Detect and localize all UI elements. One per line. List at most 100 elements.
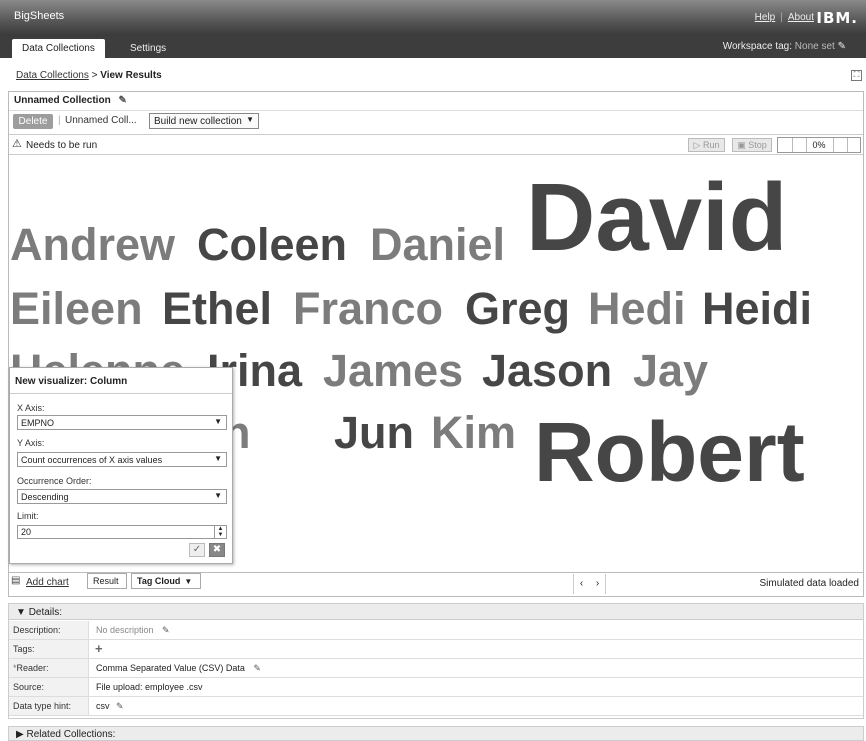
x-axis-value: EMPNO bbox=[21, 418, 55, 428]
y-axis-select[interactable]: Count occurrences of X axis values ▼ bbox=[17, 452, 227, 467]
tag-ethel: Ethel bbox=[162, 283, 273, 334]
tags-label: Tags: bbox=[13, 644, 35, 654]
tag-jay: Jay bbox=[633, 345, 709, 396]
tab-tag-cloud-label: Tag Cloud bbox=[137, 576, 181, 586]
build-collection-value: Build new collection bbox=[154, 116, 242, 127]
reader-label: *Reader: bbox=[13, 663, 49, 673]
details-row-tags: Tags: + bbox=[9, 640, 863, 659]
data-status: Simulated data loaded bbox=[759, 578, 859, 589]
limit-value: 20 bbox=[21, 527, 32, 537]
tag-andrew: Andrew bbox=[10, 219, 176, 270]
check-icon: ✓ bbox=[192, 544, 202, 555]
delete-button[interactable]: Delete bbox=[13, 114, 53, 129]
chevron-down-icon: ▼ bbox=[214, 454, 222, 463]
edit-workspace-icon[interactable]: ✎ bbox=[838, 41, 846, 52]
tag-daniel: Daniel bbox=[370, 219, 506, 270]
progress-segment bbox=[847, 138, 848, 152]
progress-text: 0% bbox=[812, 140, 826, 150]
source-label: Source: bbox=[13, 682, 45, 692]
about-link[interactable]: About bbox=[788, 12, 814, 23]
help-link[interactable]: Help bbox=[755, 12, 776, 23]
breadcrumb-data-collections[interactable]: Data Collections bbox=[16, 70, 89, 81]
chevron-down-icon: ▼ bbox=[214, 417, 222, 426]
run-status: Needs to be run bbox=[26, 140, 98, 151]
related-title-text: Related Collections: bbox=[26, 729, 116, 740]
tag-david: David bbox=[526, 164, 788, 271]
x-axis-label: X Axis: bbox=[17, 403, 45, 413]
workspace-tag-label: Workspace tag: bbox=[722, 41, 793, 52]
details-title-text: Details: bbox=[28, 607, 63, 618]
stepper-arrows-icon[interactable]: ▲ ▼ bbox=[214, 526, 226, 538]
tag-heidi: Heidi bbox=[702, 283, 813, 334]
edit-description-icon[interactable]: ✎ bbox=[162, 625, 170, 635]
order-select[interactable]: Descending ▼ bbox=[17, 489, 227, 504]
triangle-down-icon: ▼ bbox=[16, 607, 26, 618]
edit-datatype-icon[interactable]: ✎ bbox=[116, 701, 124, 711]
cancel-button[interactable]: ✖ bbox=[209, 543, 225, 557]
chevron-down-icon[interactable]: ▼ bbox=[184, 577, 192, 586]
related-collections-title[interactable]: ▶ Related Collections: bbox=[16, 729, 115, 740]
run-label: Run bbox=[702, 140, 720, 150]
source-value: File upload: employee .csv bbox=[96, 682, 203, 692]
related-collections-header[interactable] bbox=[8, 726, 864, 741]
next-button[interactable]: › bbox=[590, 574, 606, 594]
details-row-source: Source: File upload: employee .csv bbox=[9, 678, 863, 697]
limit-label: Limit: bbox=[17, 511, 39, 521]
details-title[interactable]: ▼ Details: bbox=[16, 607, 62, 618]
top-links: Help | About bbox=[754, 12, 814, 23]
tag-hedi: Hedi bbox=[588, 283, 686, 334]
fullscreen-icon[interactable]: ⛶ bbox=[851, 70, 862, 81]
add-tag-icon[interactable]: + bbox=[95, 642, 103, 655]
workspace-tag-value: None set bbox=[794, 41, 835, 52]
progress-segment bbox=[806, 138, 807, 152]
details-header[interactable] bbox=[9, 604, 863, 620]
chevron-down-icon: ▼ bbox=[214, 491, 222, 500]
description-value: No description ✎ bbox=[96, 625, 170, 636]
tab-tag-cloud[interactable]: Tag Cloud ▼ bbox=[131, 573, 201, 589]
progress-segment bbox=[833, 138, 834, 152]
previous-button[interactable]: ‹ bbox=[573, 574, 589, 594]
progress-bar: 0% bbox=[777, 137, 861, 153]
triangle-right-icon: ▶ bbox=[16, 729, 24, 740]
datatype-text: csv bbox=[96, 701, 110, 711]
limit-stepper[interactable]: 20 ▲ ▼ bbox=[17, 525, 227, 539]
visualizer-title: New visualizer: Column bbox=[15, 376, 128, 387]
add-chart-icon[interactable]: ▤ bbox=[11, 575, 23, 586]
tag-eileen: Eileen bbox=[10, 283, 143, 334]
breadcrumb: Data Collections > View Results bbox=[16, 70, 162, 81]
run-button[interactable]: ▷ Run bbox=[688, 138, 725, 152]
sheet-tab[interactable]: Unnamed Coll... bbox=[65, 115, 137, 126]
main-tabs: Data Collections Settings Workspace tag:… bbox=[0, 36, 866, 58]
description-label: Description: bbox=[13, 625, 61, 635]
toolbar-divider: | bbox=[58, 115, 61, 126]
stop-button[interactable]: ▣ Stop bbox=[732, 138, 772, 152]
details-row-datatype: Data type hint: csv ✎ bbox=[9, 697, 863, 716]
tab-settings[interactable]: Settings bbox=[120, 39, 176, 58]
tag-franco: Franco bbox=[293, 283, 444, 334]
tab-result[interactable]: Result bbox=[87, 573, 127, 589]
collection-title-row: Unnamed Collection ✎ bbox=[14, 95, 127, 106]
build-collection-select[interactable]: Build new collection ▼ bbox=[149, 113, 259, 129]
datatype-label: Data type hint: bbox=[13, 701, 72, 711]
tag-jun: Jun bbox=[334, 407, 415, 458]
add-chart-link[interactable]: Add chart bbox=[26, 577, 69, 588]
x-axis-select[interactable]: EMPNO ▼ bbox=[17, 415, 227, 430]
confirm-button[interactable]: ✓ bbox=[189, 543, 205, 557]
edit-reader-icon[interactable]: ✎ bbox=[253, 663, 261, 673]
description-text: No description bbox=[96, 625, 154, 635]
edit-title-icon[interactable]: ✎ bbox=[118, 95, 126, 106]
stop-label: Stop bbox=[748, 140, 767, 150]
tag-james: James bbox=[323, 345, 464, 396]
reader-value: Comma Separated Value (CSV) Data ✎ bbox=[96, 663, 261, 674]
breadcrumb-current: View Results bbox=[100, 70, 162, 81]
order-value: Descending bbox=[21, 492, 69, 502]
top-bar: BigSheets Help | About IBM. bbox=[0, 0, 866, 36]
tab-data-collections[interactable]: Data Collections bbox=[12, 39, 105, 58]
workspace-tag: Workspace tag: None set ✎ bbox=[723, 41, 846, 52]
collection-title: Unnamed Collection bbox=[14, 95, 111, 106]
order-label: Occurrence Order: bbox=[17, 476, 92, 486]
close-icon: ✖ bbox=[212, 544, 222, 555]
progress-segment bbox=[792, 138, 793, 152]
reader-label-text: Reader: bbox=[16, 663, 49, 673]
tag-kim: Kim bbox=[431, 407, 517, 458]
